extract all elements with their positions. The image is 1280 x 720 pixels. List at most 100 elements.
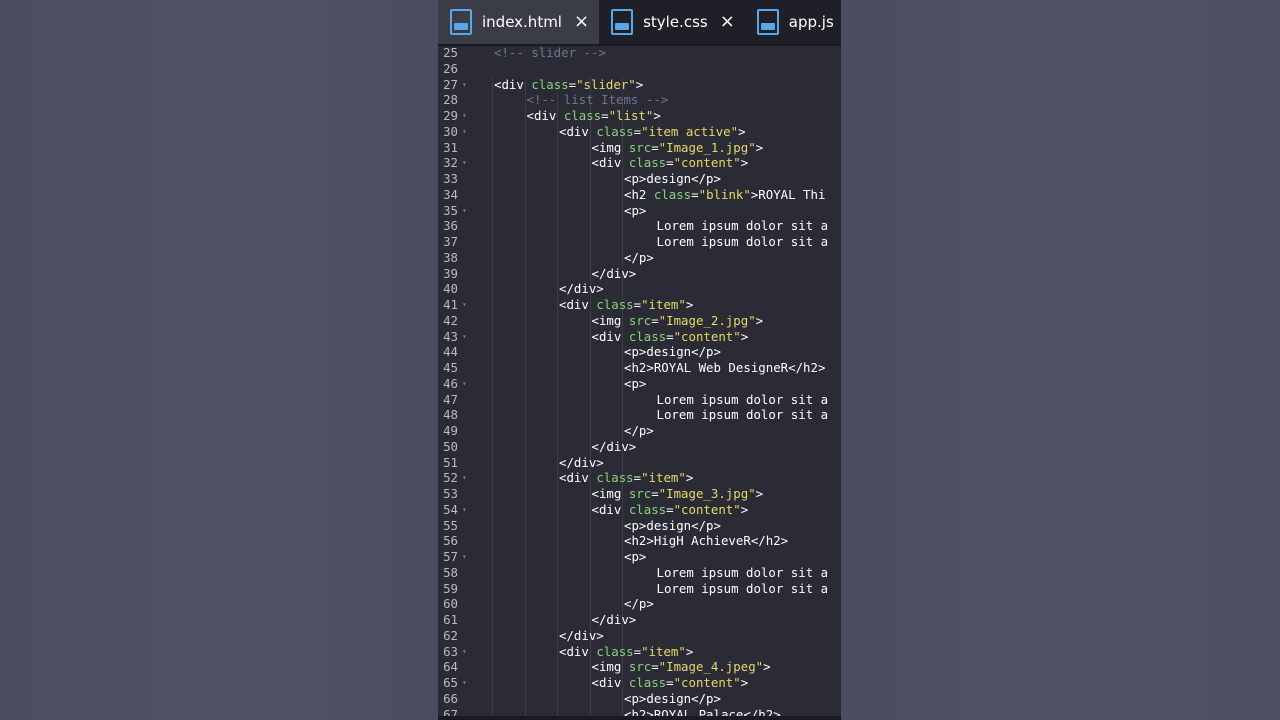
- code-line[interactable]: 44 <p>design</p>: [438, 344, 841, 360]
- code-line[interactable]: 34 <h2 class="blink">ROYAL Thi: [438, 187, 841, 203]
- fold-arrow-icon[interactable]: ▾: [462, 124, 467, 140]
- code-token: class: [596, 297, 634, 312]
- right-background-panel: [841, 0, 1280, 720]
- fold-arrow-icon[interactable]: ▾: [462, 376, 467, 392]
- code-text: <!-- slider -->: [494, 45, 606, 61]
- code-text: <h2 class="blink">ROYAL Thi: [624, 187, 825, 203]
- code-text: <p>: [624, 203, 646, 219]
- code-line[interactable]: 47 Lorem ipsum dolor sit a: [438, 392, 841, 408]
- code-text: Lorem ipsum dolor sit a: [657, 392, 829, 408]
- js-file-icon: [756, 9, 779, 35]
- code-line[interactable]: 40 </div>: [438, 281, 841, 297]
- code-token: <div: [559, 123, 597, 139]
- code-token: >: [685, 643, 694, 659]
- code-line[interactable]: 38 </p>: [438, 250, 841, 266]
- line-number: 57: [443, 549, 458, 564]
- fold-arrow-icon[interactable]: ▾: [462, 77, 467, 93]
- code-editor[interactable]: 25 <!-- slider --> 26 27 ▾ <div class="slider…: [438, 45, 841, 720]
- fold-arrow-icon[interactable]: ▾: [462, 644, 467, 660]
- code-line[interactable]: 31 <img src="Image_1.jpg">: [438, 140, 841, 156]
- code-token: =: [633, 470, 642, 486]
- line-number: 39: [443, 265, 458, 281]
- code-line[interactable]: 30 ▾ <div class="item active">: [438, 124, 841, 140]
- code-line[interactable]: 39 </div>: [438, 266, 841, 282]
- code-line[interactable]: 35 ▾ <p>: [438, 203, 841, 219]
- code-token: "Image_4.jpeg": [658, 659, 764, 675]
- code-line[interactable]: 65 ▾ <div class="content">: [438, 675, 841, 691]
- code-token: >: [740, 328, 749, 344]
- code-text: <h2>ROYAL Web DesigneR</h2>: [624, 360, 825, 376]
- code-token: src: [628, 312, 652, 328]
- code-line[interactable]: 66 <p>design</p>: [438, 691, 841, 707]
- code-line[interactable]: 64 <img src="Image_4.jpeg">: [438, 659, 841, 675]
- code-line[interactable]: 46 ▾ <p>: [438, 376, 841, 392]
- fold-arrow-icon[interactable]: ▾: [462, 470, 467, 486]
- line-number: 50: [443, 438, 458, 454]
- fold-arrow-icon[interactable]: ▾: [462, 297, 467, 313]
- line-number: 41: [443, 297, 458, 312]
- code-line[interactable]: 36 Lorem ipsum dolor sit a: [438, 218, 841, 234]
- code-line[interactable]: 41 ▾ <div class="item">: [438, 297, 841, 313]
- close-icon[interactable]: ×: [574, 13, 589, 31]
- code-line[interactable]: 25 <!-- slider -->: [438, 45, 841, 61]
- code-token: >: [685, 470, 694, 486]
- line-number: 62: [443, 627, 458, 643]
- code-line[interactable]: 42 <img src="Image_2.jpg">: [438, 313, 841, 329]
- line-number: 31: [443, 139, 458, 155]
- line-number: 35: [443, 202, 458, 218]
- code-line[interactable]: 43 ▾ <div class="content">: [438, 329, 841, 345]
- fold-arrow-icon[interactable]: ▾: [462, 329, 467, 345]
- fold-arrow-icon[interactable]: ▾: [462, 549, 467, 565]
- code-line[interactable]: 26: [438, 61, 841, 77]
- fold-arrow-icon[interactable]: ▾: [462, 502, 467, 518]
- code-line[interactable]: 57 ▾ <p>: [438, 549, 841, 565]
- code-token: <img: [591, 139, 629, 155]
- left-background-panel: [0, 0, 438, 720]
- code-line[interactable]: 59 Lorem ipsum dolor sit a: [438, 581, 841, 597]
- code-text: <img src="Image_4.jpeg">: [592, 659, 771, 675]
- fold-arrow-icon[interactable]: ▾: [462, 108, 467, 124]
- line-number: 54: [443, 501, 458, 517]
- code-text: Lorem ipsum dolor sit a: [657, 407, 829, 423]
- code-line[interactable]: 53 <img src="Image_3.jpg">: [438, 486, 841, 502]
- code-line[interactable]: 52 ▾ <div class="item">: [438, 470, 841, 486]
- code-token: src: [628, 139, 652, 155]
- code-token: >: [740, 675, 749, 690]
- code-line[interactable]: 28 <!-- list Items -->: [438, 92, 841, 108]
- tab-index-html[interactable]: index.html ×: [438, 0, 600, 44]
- code-line[interactable]: 60 </p>: [438, 596, 841, 612]
- close-icon[interactable]: ×: [720, 13, 735, 31]
- fold-arrow-icon[interactable]: ▾: [462, 675, 467, 691]
- code-line[interactable]: 33 <p>design</p>: [438, 171, 841, 187]
- tab-style-css[interactable]: style.css ×: [599, 0, 745, 44]
- code-line[interactable]: 62 </div>: [438, 628, 841, 644]
- code-line[interactable]: 63 ▾ <div class="item">: [438, 644, 841, 660]
- code-line[interactable]: 29 ▾ <div class="list">: [438, 108, 841, 124]
- fold-arrow-icon[interactable]: ▾: [462, 155, 467, 171]
- line-number: 37: [443, 234, 458, 249]
- code-token: Lorem ipsum dolor sit a: [656, 218, 829, 234]
- code-line[interactable]: 56 <h2>HigH AchieveR</h2>: [438, 533, 841, 549]
- code-line[interactable]: 32 ▾ <div class="content">: [438, 155, 841, 171]
- line-number: 59: [443, 580, 458, 596]
- tab-app-js[interactable]: app.js ×: [745, 0, 841, 44]
- code-line[interactable]: 49 </p>: [438, 423, 841, 439]
- code-line[interactable]: 37 Lorem ipsum dolor sit a: [438, 234, 841, 250]
- code-token: <img: [591, 659, 629, 675]
- code-token: =: [633, 643, 642, 659]
- code-token: <div: [591, 155, 629, 171]
- code-token: <!-- slider -->: [494, 45, 606, 60]
- code-text: <img src="Image_1.jpg">: [592, 140, 764, 156]
- code-token: <h2>HigH AchieveR</h2>: [624, 533, 789, 549]
- code-line[interactable]: 55 <p>design</p>: [438, 518, 841, 534]
- code-line[interactable]: 45 <h2>ROYAL Web DesigneR</h2>: [438, 360, 841, 376]
- fold-arrow-icon[interactable]: ▾: [462, 203, 467, 219]
- code-line[interactable]: 58 Lorem ipsum dolor sit a: [438, 565, 841, 581]
- horizontal-scrollbar[interactable]: [438, 716, 841, 720]
- code-line[interactable]: 54 ▾ <div class="content">: [438, 502, 841, 518]
- code-line[interactable]: 51 </div>: [438, 455, 841, 471]
- code-line[interactable]: 27 ▾ <div class="slider">: [438, 77, 841, 93]
- code-line[interactable]: 50 </div>: [438, 439, 841, 455]
- code-line[interactable]: 61 </div>: [438, 612, 841, 628]
- code-line[interactable]: 48 Lorem ipsum dolor sit a: [438, 407, 841, 423]
